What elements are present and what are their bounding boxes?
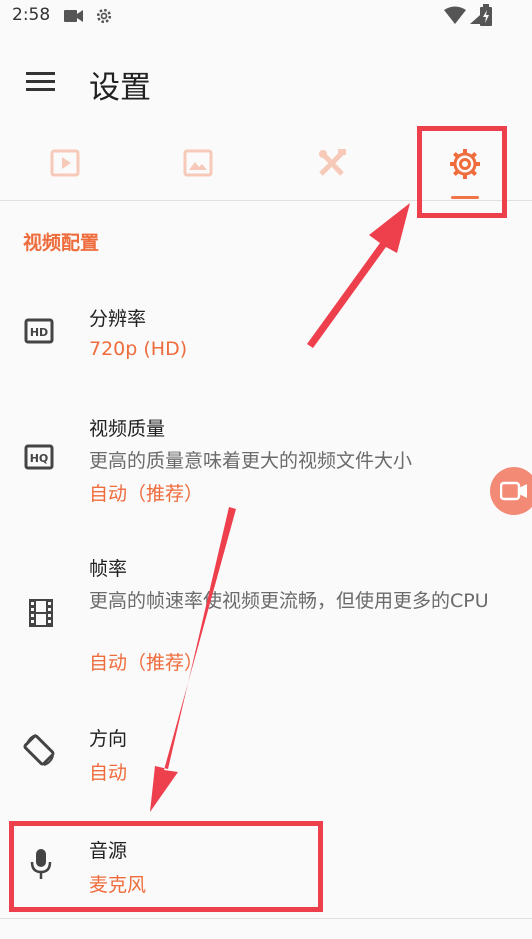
image-icon <box>183 149 213 177</box>
pref-framerate-value: 自动（推荐） <box>89 652 204 674</box>
battery-icon <box>480 4 492 26</box>
pref-orientation-title: 方向 <box>89 728 128 750</box>
pref-orientation-value: 自动 <box>89 762 128 784</box>
film-icon <box>29 599 53 627</box>
hd-icon: HD <box>24 318 54 344</box>
floating-record-button[interactable] <box>490 467 532 515</box>
page-title: 设置 <box>89 70 151 106</box>
pref-quality-title: 视频质量 <box>89 418 166 440</box>
pref-framerate[interactable]: 帧率 更高的帧速率使视频更流畅，但使用更多的CPU 自动（推荐） <box>0 540 532 690</box>
tab-tools[interactable] <box>266 128 399 200</box>
tab-indicator <box>451 196 479 199</box>
pref-quality[interactable]: HQ 视频质量 更高的质量意味着更大的视频文件大小 自动（推荐） <box>0 400 532 520</box>
pref-audio-title: 音源 <box>89 840 128 862</box>
pref-resolution[interactable]: HD 分辨率 720p (HD) <box>0 290 532 386</box>
pref-audio-value: 麦克风 <box>89 874 147 896</box>
gear-icon <box>450 149 480 179</box>
screen-rotation-icon <box>23 734 55 766</box>
pref-framerate-title: 帧率 <box>89 558 128 580</box>
pref-quality-value: 自动（推荐） <box>89 483 204 505</box>
status-time: 2:58 <box>12 5 51 25</box>
pref-framerate-summary: 更高的帧速率使视频更流畅，但使用更多的CPU <box>89 590 489 612</box>
video-camera-icon <box>500 481 527 501</box>
video-camera-icon <box>64 10 83 22</box>
svg-text:HQ: HQ <box>30 452 49 465</box>
hq-icon: HQ <box>24 444 54 470</box>
section-header-video-config: 视频配置 <box>23 232 100 254</box>
pref-resolution-title: 分辨率 <box>89 308 147 330</box>
app-toolbar: 设置 <box>0 32 532 128</box>
pref-orientation[interactable]: 方向 自动 <box>0 710 532 800</box>
tab-settings[interactable] <box>399 128 532 200</box>
mic-icon <box>30 849 52 879</box>
pref-resolution-value: 720p (HD) <box>89 338 188 360</box>
tab-video[interactable] <box>0 128 133 200</box>
tab-bar <box>0 128 532 201</box>
tab-image[interactable] <box>133 128 266 200</box>
svg-text:HD: HD <box>30 326 48 339</box>
menu-icon[interactable] <box>26 70 56 94</box>
tools-icon <box>319 149 346 176</box>
play-icon <box>50 149 80 177</box>
settings-status-icon <box>96 8 112 24</box>
pref-quality-summary: 更高的质量意味着更大的视频文件大小 <box>89 450 413 472</box>
status-bar: 2:58 <box>0 0 532 32</box>
pref-audio-source[interactable]: 音源 麦克风 <box>0 822 532 912</box>
bottom-divider <box>0 918 532 919</box>
